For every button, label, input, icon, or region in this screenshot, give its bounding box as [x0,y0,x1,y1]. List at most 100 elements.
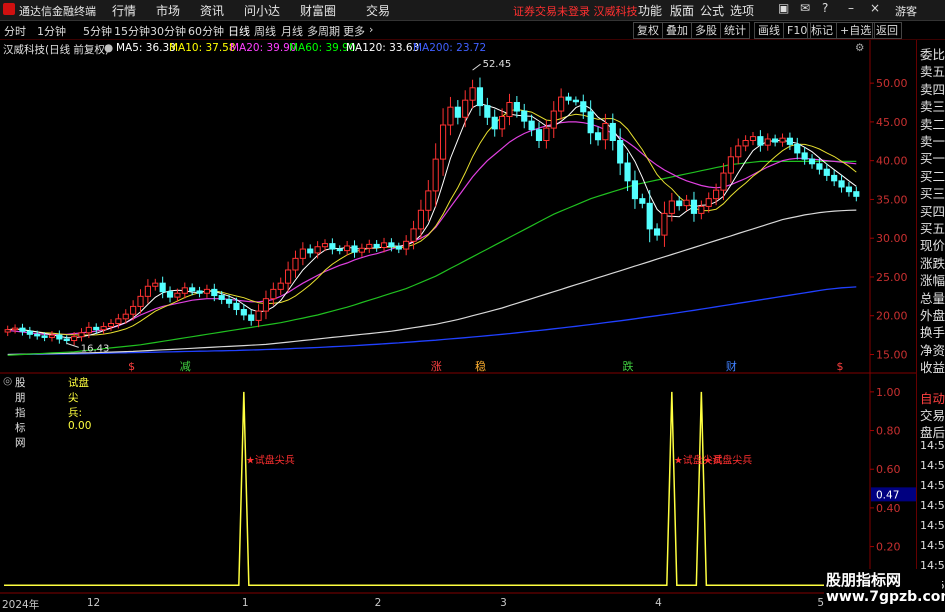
candle-body [19,327,26,332]
candle-body [71,336,78,342]
button-duogu[interactable]: 多股 [691,22,721,39]
button-fuquan[interactable]: 复权 [633,22,663,39]
period-5min[interactable]: 5分钟 [83,23,112,39]
price-tick-label: 20.00 [876,310,908,323]
menu-gongneng[interactable]: 功能 [638,2,662,19]
legend-ma120: MA120: 33.63 [346,42,420,54]
candle [506,93,513,126]
button-tongji[interactable]: 统计 [720,22,750,39]
candle [93,323,100,334]
candle [705,192,712,213]
candle [166,286,174,303]
candle-body [853,191,860,197]
candle-body [292,257,299,271]
candle [189,283,196,296]
candle [307,244,314,258]
button-zixuan[interactable]: +自选 [836,22,876,39]
period-daily[interactable]: 日线 [228,23,250,39]
candle-body [764,138,771,146]
candle [764,133,771,151]
candle [735,138,742,165]
candle-body [808,158,816,165]
menu-banmian[interactable]: 版面 [670,2,694,19]
period-30min[interactable]: 30分钟 [150,23,186,39]
side-panel-item: 买一 [920,151,945,167]
candle-body [801,152,808,160]
quote-side-panel: 委比 卖五 卖四 卖三 卖二 卖一 买一 买二 买三 买四 买五 现价 涨跌 涨幅 总量 外盘 换手 净资 收益 自动… [916,40,945,595]
candle-body [587,111,594,134]
candle-body [845,186,853,193]
event-marker: 跌 [623,359,634,373]
candle-body [550,110,557,129]
trade-login-alert[interactable]: 证券交易未登录 汉威科技 [513,3,638,19]
candle-body [166,291,174,298]
date-label: 1 [241,597,249,609]
candle-body [543,127,550,142]
more-chevron-icon[interactable]: › [369,23,373,36]
menu-zixun[interactable]: 资讯 [200,2,224,19]
period-monthly[interactable]: 月线 [281,23,303,39]
app-title: 通达信金融终端 [19,5,96,18]
candle [462,90,469,128]
candle-body [4,329,11,333]
candle-body [609,122,616,142]
candle-body [329,243,336,250]
candle-body [417,209,425,230]
candle [749,131,757,146]
menu-xuanxiang[interactable]: 选项 [730,2,754,19]
candle-body [321,243,329,248]
event-marker: 减 [180,360,191,373]
menu-wenxiaoda[interactable]: 问小达 [244,2,280,19]
candle-body [594,132,602,141]
menu-shichang[interactable]: 市场 [156,2,180,19]
candle-body [48,334,56,338]
candle [801,147,808,165]
candle-body [255,310,262,321]
menu-gongshi[interactable]: 公式 [700,2,724,19]
candle [417,199,425,240]
period-fenshi[interactable]: 分时 [4,23,26,39]
period-multi[interactable]: 多周期 [307,23,340,39]
settings-icon[interactable]: ⚙ [855,42,864,54]
period-60min[interactable]: 60分钟 [188,23,224,39]
ma5-line [7,103,857,339]
skin-icon[interactable]: ▣ [778,1,789,15]
candle-body [248,314,255,321]
candle-body [646,202,653,230]
candle [491,109,498,137]
button-fanhui[interactable]: 返回 [872,22,902,39]
candle-body [410,228,417,242]
message-icon[interactable]: ✉ [800,1,810,15]
menu-hangqing[interactable]: 行情 [112,2,136,19]
button-diejia[interactable]: 叠加 [662,22,692,39]
candle [698,200,705,220]
menu-caifuquan[interactable]: 财富圈 [300,2,336,19]
menu-jiaoyi[interactable]: 交易 [366,2,390,19]
period-more[interactable]: 更多 [343,23,365,39]
period-weekly[interactable]: 周线 [254,23,276,39]
candle-body [572,99,579,103]
candle-body [130,305,137,315]
candle [454,100,461,125]
minimize-icon[interactable]: – [848,1,854,15]
candle-body [144,285,151,297]
guest-user[interactable]: 游客 [895,3,917,19]
close-icon[interactable]: × [870,1,880,15]
candle-body [454,106,461,118]
candle-body [285,269,292,284]
candle-body [137,295,144,307]
candle-body [653,228,661,236]
legend-dot-icon: ● [104,42,114,54]
signal-label: ★试盘尖兵 [703,453,752,466]
help-icon[interactable]: ? [822,1,828,15]
button-huaxian[interactable]: 画线 [754,22,784,39]
ma10-line [7,108,857,336]
period-1min[interactable]: 1分钟 [37,23,66,39]
candle [425,180,432,222]
stock-title[interactable]: 汉威科技(日线 前复权) [3,42,109,57]
button-biaoji[interactable]: 标记 [807,22,837,39]
stock-chart-area[interactable]: 15.00 20.00 25.00 30.00 35.00 40.00 45.00 50.00… [0,40,916,595]
indicator-signal-labels: ★试盘尖兵 ★试盘尖兵★试盘尖兵 [246,453,752,466]
indicator-site[interactable]: 股朋指标网 [15,375,26,450]
period-15min[interactable]: 15分钟 [114,23,150,39]
